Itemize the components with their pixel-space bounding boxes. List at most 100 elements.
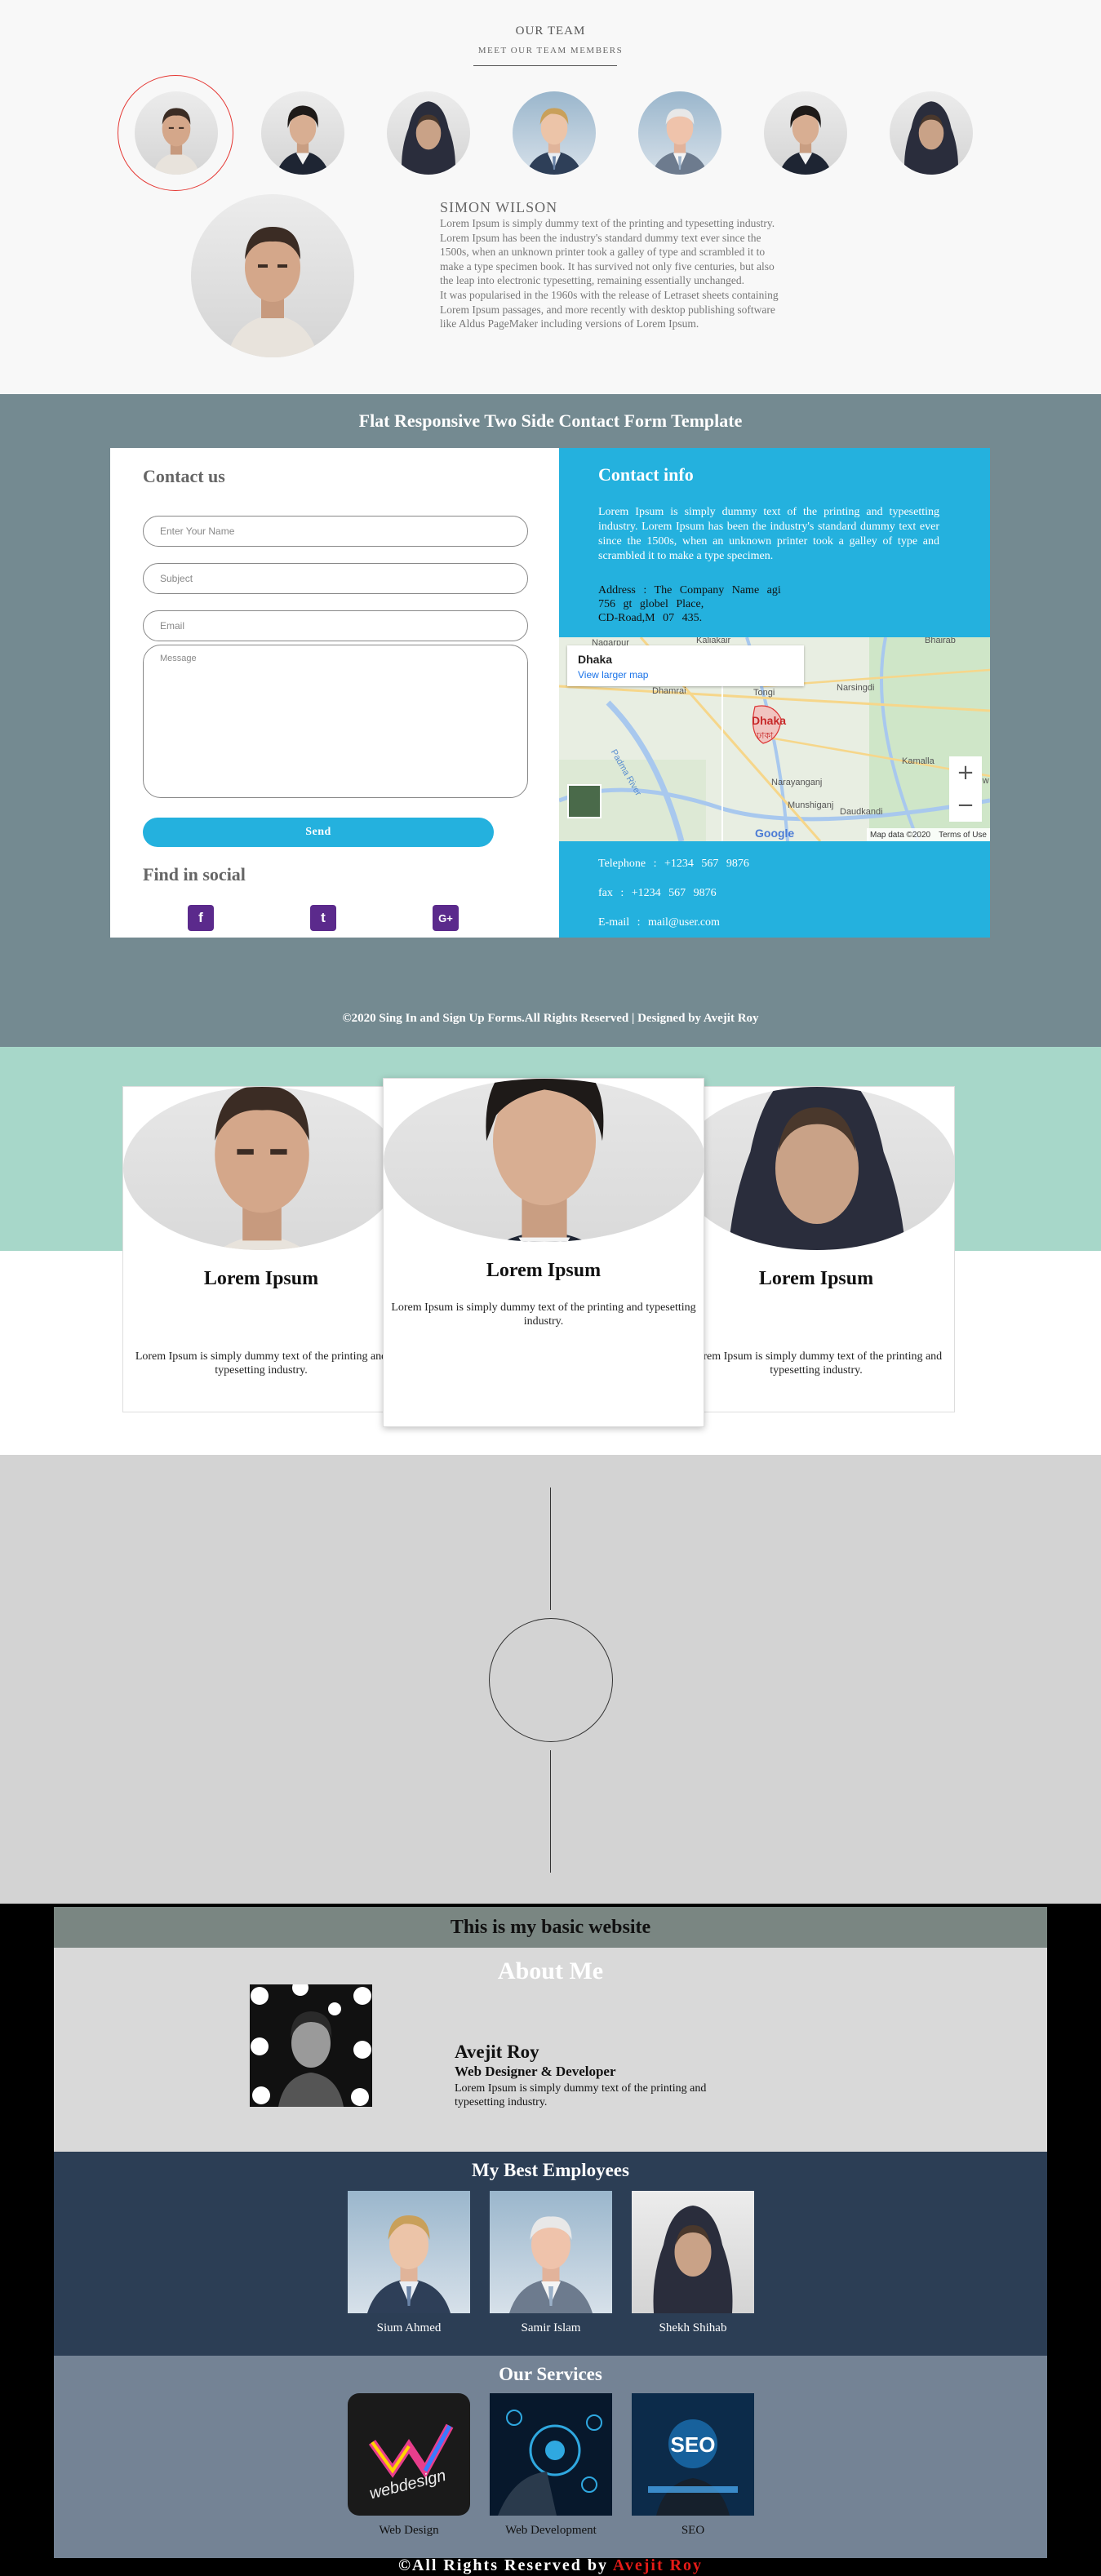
employee-photo-1	[348, 2191, 470, 2313]
profile-card-3-photo	[678, 1087, 954, 1250]
services-section: Our Services webdesign SEO Web Design We…	[54, 2356, 1047, 2558]
zoom-in-button[interactable]: +	[949, 756, 982, 789]
team-member-thumb-5[interactable]	[638, 91, 721, 175]
profile-card-3-text: Lorem Ipsum is simply dummy text of the …	[690, 1350, 943, 1377]
message-field[interactable]: Message	[143, 645, 528, 798]
employee-photo-2	[490, 2191, 612, 2313]
map-label-bhairab: Bhairab	[925, 637, 956, 645]
bio-paragraph-1: Lorem Ipsum is simply dummy text of the …	[440, 217, 775, 287]
map-label-kamalla: Kamalla	[902, 756, 935, 766]
service-image-web-design: webdesign	[348, 2393, 470, 2516]
selected-member-bio: Lorem Ipsum is simply dummy text of the …	[440, 216, 783, 331]
bottom-vertical-line	[550, 1750, 551, 1873]
basic-site-footer: ©All Rights Reserved by Avejit Roy	[0, 2556, 1101, 2575]
map-info-card: Dhaka View larger map	[567, 645, 804, 686]
profile-cards-section: Lorem Ipsum Lorem Ipsum is simply dummy …	[0, 1047, 1101, 1455]
about-me-section: About Me Avejit Roy Web Designer & Devel…	[54, 1948, 1047, 2152]
map-label-dhaka: Dhaka	[752, 714, 787, 727]
contact-copyright: ©2020 Sing In and Sign Up Forms.All Righ…	[342, 1012, 759, 1025]
twitter-icon[interactable]: t	[310, 905, 336, 931]
terms-of-use-link[interactable]: Terms of Use	[939, 831, 987, 840]
employee-name-1: Sium Ahmed	[376, 2321, 442, 2334]
profile-card-3-title: Lorem Ipsum	[758, 1268, 874, 1289]
team-section: OUR TEAM MEET OUR TEAM MEMBERS SIMON WIL…	[0, 0, 1101, 394]
services-heading: Our Services	[499, 2364, 602, 2384]
selected-member-name: SIMON WILSON	[440, 199, 558, 215]
profile-card-1-photo	[123, 1087, 399, 1250]
footer-author-link[interactable]: Avejit Roy	[613, 2556, 703, 2574]
facebook-icon[interactable]: f	[188, 905, 214, 931]
zoom-out-button[interactable]: −	[949, 789, 982, 822]
team-member-thumb-3[interactable]	[387, 91, 470, 175]
profile-card-1-title: Lorem Ipsum	[203, 1268, 319, 1289]
basic-website-section: This is my basic website About Me Avejit…	[0, 1904, 1101, 2576]
service-name-2: Web Development	[505, 2524, 597, 2537]
address-line-1: Address : The Company Name agi	[598, 584, 781, 596]
team-member-thumb-2[interactable]	[261, 91, 344, 175]
map-label-kaliakair: Kaliakair	[696, 637, 731, 645]
employees-section: My Best Employees Sium Ahmed Samir Islam…	[54, 2152, 1047, 2356]
service-name-1: Web Design	[379, 2524, 439, 2537]
team-member-thumb-1[interactable]	[135, 91, 218, 175]
service-image-seo: SEO	[632, 2393, 754, 2516]
map-label-daudkandi: Daudkandi	[840, 807, 883, 817]
contact-info-title: Contact info	[598, 464, 694, 485]
seo-art-text: SEO	[671, 2432, 716, 2457]
about-text: Lorem Ipsum is simply dummy text of the …	[455, 2082, 707, 2108]
employee-name-3: Shekh Shihab	[659, 2321, 727, 2334]
map-label-munshiganj: Munshiganj	[788, 800, 834, 810]
contact-address: Address : The Company Name agi 756 gt gl…	[598, 583, 827, 625]
center-circle	[489, 1618, 613, 1742]
bio-paragraph-2: It was popularised in the 1960s with the…	[440, 288, 779, 330]
team-member-thumb-6[interactable]	[764, 91, 847, 175]
service-image-web-development	[490, 2393, 612, 2516]
map-label-dhaka-bangla: ঢাকা	[757, 731, 774, 741]
subject-field[interactable]: Subject	[143, 563, 528, 594]
map-attribution: Map data ©2020 Terms of Use	[867, 828, 990, 841]
map-label-dhamrai: Dhamrai	[652, 686, 686, 696]
profile-card-1-text: Lorem Ipsum is simply dummy text of the …	[135, 1350, 388, 1377]
location-map[interactable]: Nagarpur Kaliakair Bhairab Tongi Narsing…	[559, 637, 990, 841]
address-line-3: CD-Road,M 07 435.	[598, 612, 703, 624]
map-label-narayanganj: Narayanganj	[771, 778, 823, 787]
service-name-3: SEO	[681, 2524, 705, 2537]
send-button[interactable]: Send	[143, 818, 494, 847]
address-line-2: 756 gt globel Place,	[598, 598, 704, 610]
profile-card-1: Lorem Ipsum Lorem Ipsum is simply dummy …	[122, 1086, 400, 1412]
footer-rights-text: ©All Rights Reserved by	[397, 2556, 613, 2574]
employee-photo-3	[632, 2191, 754, 2313]
contact-info-panel: Contact info Lorem Ipsum is simply dummy…	[559, 448, 990, 938]
contact-telephone: Telephone : +1234 567 9876	[598, 858, 749, 870]
contact-form-panel: Contact us Enter Your Name Subject Email…	[110, 448, 559, 938]
profile-card-2: Lorem Ipsum Lorem Ipsum is simply dummy …	[383, 1078, 704, 1427]
email-field[interactable]: Email	[143, 610, 528, 641]
view-larger-map-link[interactable]: View larger map	[578, 669, 648, 681]
map-place-name: Dhaka	[578, 653, 613, 666]
about-heading: About Me	[497, 1957, 604, 1984]
decorative-circle-section	[0, 1455, 1101, 1904]
satellite-toggle[interactable]	[567, 784, 602, 818]
team-member-thumb-4[interactable]	[513, 91, 596, 175]
team-subtitle: MEET OUR TEAM MEMBERS	[477, 46, 624, 55]
profile-card-3: Lorem Ipsum Lorem Ipsum is simply dummy …	[677, 1086, 955, 1412]
team-title: OUR TEAM	[515, 24, 586, 38]
contact-email: E-mail : mail@user.com	[598, 916, 720, 929]
profile-card-2-photo	[384, 1079, 704, 1242]
employees-heading: My Best Employees	[472, 2160, 629, 2180]
selected-member-photo	[191, 194, 354, 357]
map-label-tongi: Tongi	[753, 688, 775, 698]
contact-fax: fax : +1234 567 9876	[598, 887, 717, 899]
profile-card-2-text: Lorem Ipsum is simply dummy text of the …	[391, 1301, 696, 1328]
about-role: Web Designer & Developer	[455, 2064, 616, 2079]
social-title: Find in social	[143, 864, 246, 885]
top-vertical-line	[550, 1488, 551, 1610]
map-data-text: Map data ©2020	[870, 830, 931, 840]
profile-card-2-title: Lorem Ipsum	[486, 1260, 602, 1281]
employee-name-2: Samir Islam	[521, 2321, 581, 2334]
contact-section: Flat Responsive Two Side Contact Form Te…	[0, 394, 1101, 1047]
name-field[interactable]: Enter Your Name	[143, 516, 528, 547]
team-member-thumb-7[interactable]	[890, 91, 973, 175]
google-plus-icon[interactable]: G+	[433, 905, 459, 931]
basic-site-header: This is my basic website	[54, 1907, 1047, 1948]
contact-info-text: Lorem Ipsum is simply dummy text of the …	[598, 506, 939, 562]
